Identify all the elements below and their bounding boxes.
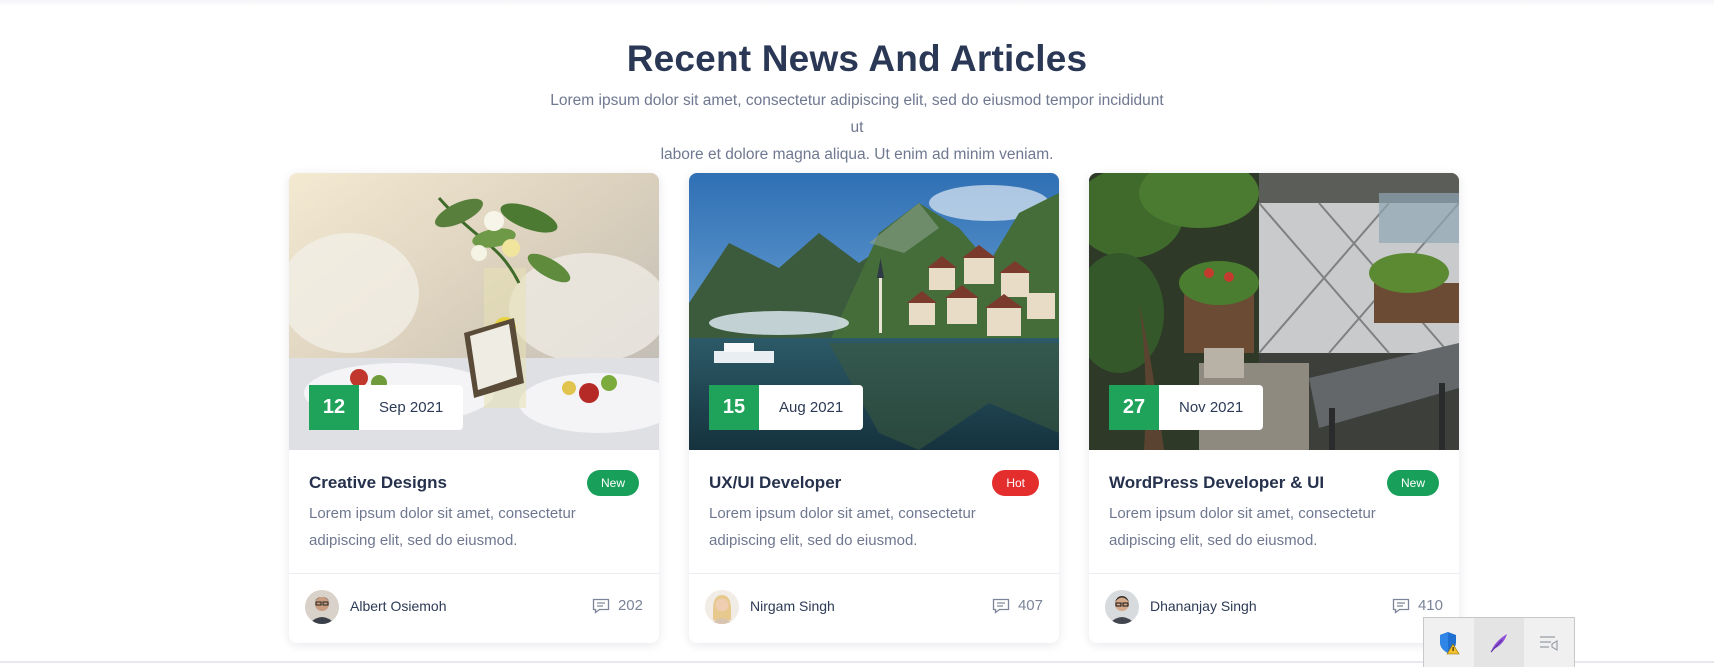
date-tag-2: 15 Aug 2021 (709, 385, 864, 430)
date-month: Nov 2021 (1159, 385, 1264, 430)
comment-icon (592, 598, 610, 614)
date-tag-3: 27 Nov 2021 (1109, 385, 1264, 430)
date-month: Aug 2021 (759, 385, 864, 430)
article-excerpt: Lorem ipsum dolor sit amet, consectetur … (309, 500, 629, 554)
article-card-3[interactable]: 27 Nov 2021 WordPress Developer & UI New… (1089, 173, 1459, 643)
system-tray-popup (1423, 617, 1575, 667)
comment-count[interactable]: 410 (1392, 597, 1443, 614)
subtitle-line-1: Lorem ipsum dolor sit amet, consectetur … (550, 92, 1164, 136)
shield-warning-icon[interactable] (1424, 618, 1474, 667)
date-day: 12 (309, 385, 359, 430)
comment-icon (992, 598, 1010, 614)
avatar[interactable] (1105, 590, 1139, 624)
section-subtitle: Lorem ipsum dolor sit amet, consectetur … (547, 87, 1167, 168)
article-title[interactable]: Creative Designs (309, 473, 447, 493)
article-card-2[interactable]: 15 Aug 2021 UX/UI Developer Hot Lorem ip… (689, 173, 1059, 643)
date-month: Sep 2021 (359, 385, 464, 430)
article-excerpt: Lorem ipsum dolor sit amet, consectetur … (709, 500, 1029, 554)
author-name[interactable]: Nirgam Singh (750, 598, 835, 614)
card-footer: Dhananjay Singh 410 (1089, 573, 1459, 643)
avatar[interactable] (705, 590, 739, 624)
top-edge (0, 0, 1714, 6)
article-card-1[interactable]: 12 Sep 2021 Creative Designs New Lorem i… (289, 173, 659, 643)
author-name[interactable]: Dhananjay Singh (1150, 598, 1257, 614)
excerpt-line-2: adipiscing elit, sed do eiusmod. (709, 532, 918, 549)
comment-count[interactable]: 202 (592, 597, 643, 614)
avatar[interactable] (305, 590, 339, 624)
comment-icon (1392, 598, 1410, 614)
excerpt-line-1: Lorem ipsum dolor sit amet, consectetur (309, 505, 576, 522)
excerpt-line-1: Lorem ipsum dolor sit amet, consectetur (1109, 505, 1376, 522)
article-title[interactable]: UX/UI Developer (709, 473, 841, 493)
card-footer: Nirgam Singh 407 (689, 573, 1059, 643)
excerpt-line-2: adipiscing elit, sed do eiusmod. (309, 532, 518, 549)
status-badge: New (586, 470, 639, 496)
card-footer: Albert Osiemoh 202 (289, 573, 659, 643)
date-day: 27 (1109, 385, 1159, 430)
date-tag-1: 12 Sep 2021 (309, 385, 464, 430)
comment-count[interactable]: 407 (992, 597, 1043, 614)
section-title: Recent News And Articles (626, 38, 1088, 79)
date-day: 15 (709, 385, 759, 430)
comment-count-value: 202 (617, 597, 643, 614)
status-badge: Hot (992, 470, 1039, 496)
author-name[interactable]: Albert Osiemoh (350, 598, 446, 614)
feather-icon[interactable] (1474, 618, 1524, 667)
article-title[interactable]: WordPress Developer & UI (1109, 473, 1324, 493)
excerpt-line-2: adipiscing elit, sed do eiusmod. (1109, 532, 1318, 549)
status-badge: New (1386, 470, 1439, 496)
comment-count-value: 407 (1017, 597, 1043, 614)
subtitle-line-2: labore et dolore magna aliqua. Ut enim a… (660, 146, 1054, 163)
article-excerpt: Lorem ipsum dolor sit amet, consectetur … (1109, 500, 1429, 554)
excerpt-line-1: Lorem ipsum dolor sit amet, consectetur (709, 505, 976, 522)
comment-count-value: 410 (1417, 597, 1443, 614)
notification-icon[interactable] (1524, 618, 1574, 667)
